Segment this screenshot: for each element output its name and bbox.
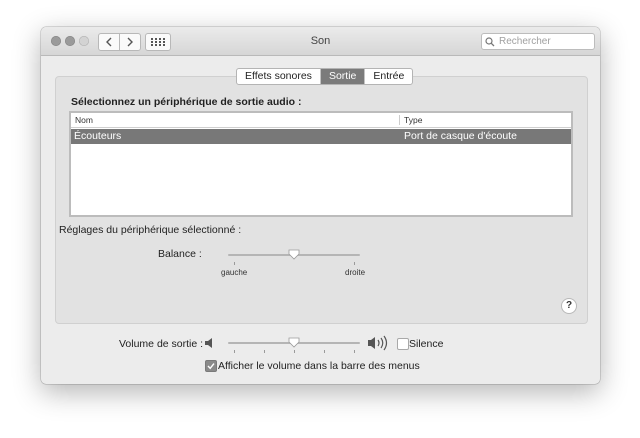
- balance-tick-left: [234, 262, 235, 265]
- volume-tick: [354, 350, 355, 353]
- table-row[interactable]: Écouteurs Port de casque d'écoute: [71, 129, 571, 144]
- tab-input[interactable]: Entrée: [365, 69, 412, 84]
- output-section-title: Sélectionnez un périphérique de sortie a…: [71, 96, 302, 108]
- table-header: Nom Type: [71, 113, 571, 128]
- output-device-table[interactable]: Nom Type Écouteurs Port de casque d'écou…: [69, 111, 573, 217]
- show-volume-menubar-checkbox[interactable]: [205, 360, 217, 372]
- volume-tick: [294, 350, 295, 353]
- volume-tick: [234, 350, 235, 353]
- title-bar: Son: [41, 27, 600, 56]
- speaker-low-icon: [204, 337, 216, 352]
- volume-tick: [324, 350, 325, 353]
- search-input[interactable]: [499, 36, 589, 47]
- show-volume-menubar-label: Afficher le volume dans la barre des men…: [218, 360, 420, 372]
- help-button[interactable]: ?: [561, 298, 577, 314]
- silence-label: Silence: [409, 338, 444, 350]
- balance-label: Balance :: [158, 248, 202, 260]
- volume-label: Volume de sortie :: [119, 338, 204, 350]
- search-icon: [485, 36, 499, 47]
- column-header-name[interactable]: Nom: [75, 115, 93, 125]
- search-field[interactable]: [481, 33, 595, 50]
- balance-left-label: gauche: [221, 268, 248, 277]
- device-name: Écouteurs: [74, 130, 122, 142]
- sound-preferences-window: Son Effets sonores Sortie Entrée Sélecti…: [41, 27, 600, 384]
- tab-bar: Effets sonores Sortie Entrée: [236, 68, 414, 85]
- speaker-high-icon: [367, 335, 391, 354]
- device-type: Port de casque d'écoute: [404, 130, 517, 142]
- tab-output[interactable]: Sortie: [320, 69, 366, 84]
- column-separator: [399, 115, 400, 125]
- volume-tick: [264, 350, 265, 353]
- column-header-type[interactable]: Type: [404, 115, 422, 125]
- device-settings-title: Réglages du périphérique sélectionné :: [59, 224, 242, 236]
- tab-sound-effects[interactable]: Effets sonores: [237, 69, 321, 84]
- balance-right-label: droite: [345, 268, 366, 277]
- balance-tick-right: [354, 262, 355, 265]
- silence-checkbox[interactable]: [397, 338, 409, 350]
